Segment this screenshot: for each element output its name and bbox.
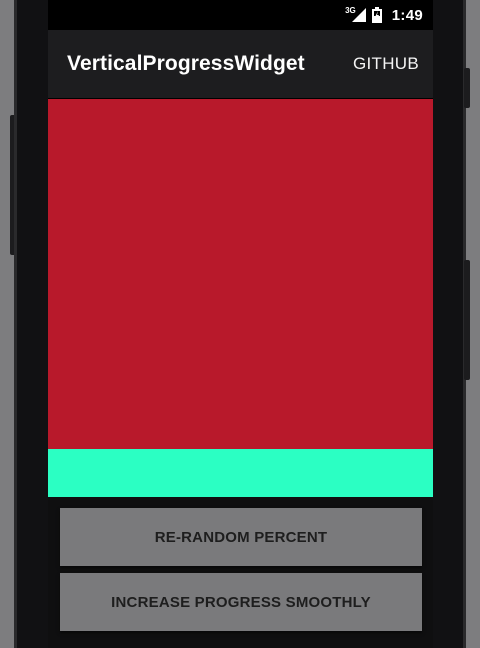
increase-progress-button[interactable]: INCREASE PROGRESS SMOOTHLY bbox=[60, 573, 422, 631]
status-icons: 3G 1:49 bbox=[345, 5, 423, 25]
app-title: VerticalProgressWidget bbox=[67, 52, 305, 75]
button-panel: RE-RANDOM PERCENT INCREASE PROGRESS SMOO… bbox=[48, 497, 433, 648]
github-action[interactable]: GITHUB bbox=[353, 54, 419, 74]
clock: 1:49 bbox=[391, 6, 423, 24]
side-key bbox=[464, 260, 470, 380]
signal-icon bbox=[351, 8, 366, 22]
status-bar: 3G 1:49 bbox=[48, 0, 433, 30]
device-screen: 3G 1:49 VerticalProgressWidget GITHUB RE… bbox=[48, 0, 433, 648]
re-random-percent-button[interactable]: RE-RANDOM PERCENT bbox=[60, 508, 422, 566]
power-key bbox=[464, 68, 470, 108]
battery-icon bbox=[371, 7, 382, 23]
progress-remaining-area bbox=[48, 99, 433, 450]
action-bar: VerticalProgressWidget GITHUB bbox=[48, 30, 433, 98]
vertical-progress-widget bbox=[48, 99, 433, 497]
